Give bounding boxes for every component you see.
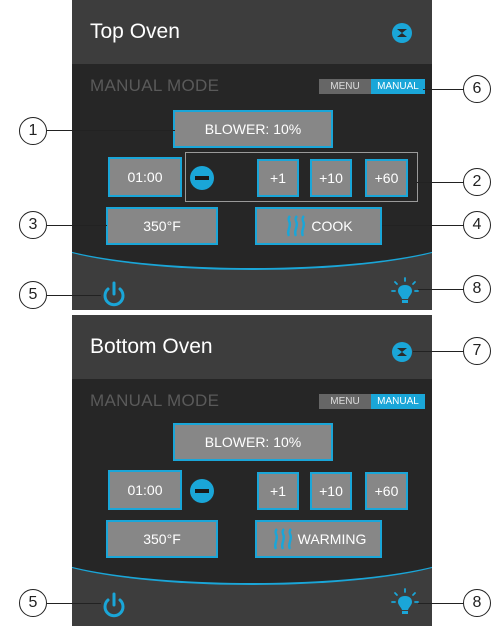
bottom-oven-body: MANUAL MODE MENU MANUAL BLOWER: 10% 01:0… bbox=[72, 379, 432, 565]
bottom-warming-label: WARMING bbox=[297, 531, 367, 547]
top-oven-header: Top Oven bbox=[72, 0, 432, 64]
top-plus1-button[interactable]: +1 bbox=[257, 159, 299, 197]
callout-6: 6 bbox=[463, 75, 491, 103]
bottom-blower-button[interactable]: BLOWER: 10% bbox=[173, 423, 333, 461]
top-cook-button[interactable]: COOK bbox=[255, 207, 382, 245]
bottom-mode-toggle[interactable]: MENU MANUAL bbox=[319, 394, 425, 409]
top-mode-toggle[interactable]: MENU MANUAL bbox=[319, 79, 425, 94]
top-footer-arc bbox=[72, 250, 432, 270]
top-mode-label: MANUAL MODE bbox=[90, 76, 220, 95]
callout-line-6 bbox=[423, 89, 465, 91]
top-oven-title: Top Oven bbox=[90, 20, 180, 43]
callout-3: 3 bbox=[19, 211, 47, 239]
top-toggle-manual[interactable]: MANUAL bbox=[371, 79, 425, 94]
heat-waves-icon bbox=[287, 215, 306, 237]
callout-line-7 bbox=[413, 351, 465, 353]
bottom-mode-label: MANUAL MODE bbox=[90, 391, 220, 410]
top-collapse-icon[interactable] bbox=[392, 23, 412, 43]
bottom-plus1-button[interactable]: +1 bbox=[257, 472, 299, 510]
top-oven-body: MANUAL MODE MENU MANUAL BLOWER: 10% 01:0… bbox=[72, 64, 432, 250]
top-light-bulb-icon[interactable] bbox=[390, 276, 420, 306]
bottom-toggle-menu[interactable]: MENU bbox=[319, 394, 371, 409]
callout-line-5a bbox=[47, 295, 101, 297]
heat-waves-icon bbox=[273, 528, 292, 550]
callout-8-top: 8 bbox=[463, 275, 491, 303]
bottom-collapse-icon[interactable] bbox=[392, 342, 412, 362]
callout-line-8b bbox=[418, 603, 465, 605]
top-plus10-button[interactable]: +10 bbox=[310, 159, 352, 197]
callout-8-bottom: 8 bbox=[463, 589, 491, 617]
top-oven-footer bbox=[72, 250, 432, 310]
bottom-light-bulb-icon[interactable] bbox=[390, 587, 420, 617]
callout-5-top: 5 bbox=[19, 281, 47, 309]
callout-4: 4 bbox=[463, 211, 491, 239]
bottom-footer-arc bbox=[72, 565, 432, 585]
callout-7: 7 bbox=[463, 337, 491, 365]
bottom-timer-button[interactable]: 01:00 bbox=[108, 470, 182, 510]
callout-line-3 bbox=[47, 225, 107, 227]
bottom-oven-header: Bottom Oven bbox=[72, 315, 432, 379]
top-minus-icon[interactable] bbox=[190, 166, 214, 190]
bottom-temp-button[interactable]: 350°F bbox=[106, 520, 218, 558]
bottom-plus60-button[interactable]: +60 bbox=[365, 472, 408, 510]
top-power-icon[interactable] bbox=[100, 280, 128, 308]
bottom-toggle-manual[interactable]: MANUAL bbox=[371, 394, 425, 409]
bottom-minus-icon[interactable] bbox=[190, 479, 214, 503]
callout-line-8a bbox=[418, 289, 465, 291]
callout-1: 1 bbox=[19, 117, 47, 145]
top-blower-button[interactable]: BLOWER: 10% bbox=[173, 110, 333, 148]
bottom-plus10-button[interactable]: +10 bbox=[310, 472, 352, 510]
callout-2: 2 bbox=[463, 168, 491, 196]
callout-5-bottom: 5 bbox=[19, 589, 47, 617]
top-temp-button[interactable]: 350°F bbox=[106, 207, 218, 245]
top-timer-button[interactable]: 01:00 bbox=[108, 157, 182, 197]
top-plus60-button[interactable]: +60 bbox=[365, 159, 408, 197]
callout-line-4 bbox=[382, 225, 465, 227]
callout-line-2 bbox=[417, 182, 465, 184]
bottom-oven-title: Bottom Oven bbox=[90, 335, 213, 358]
callout-line-5b bbox=[47, 603, 101, 605]
bottom-warming-button[interactable]: WARMING bbox=[255, 520, 382, 558]
bottom-power-icon[interactable] bbox=[100, 591, 128, 619]
callout-line-1 bbox=[47, 130, 175, 132]
top-toggle-menu[interactable]: MENU bbox=[319, 79, 371, 94]
bottom-oven-footer bbox=[72, 565, 432, 626]
top-cook-label: COOK bbox=[311, 218, 353, 234]
